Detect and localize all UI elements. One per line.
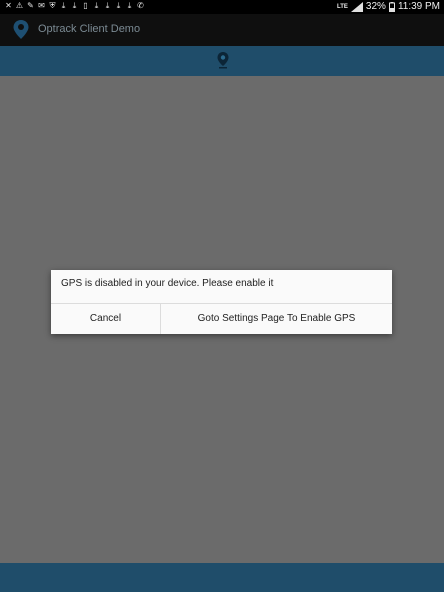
close-icon: ✕ xyxy=(5,1,12,10)
screen: ✕ ⚠ ✎ ✉ ⛨ ⤓ ⤓ ▯ ⤓ ⤓ ⤓ ⤓ ✆ LTE 32% 11:39 … xyxy=(0,0,444,592)
warning-icon: ⚠ xyxy=(15,1,24,10)
location-pin-icon[interactable] xyxy=(216,50,230,70)
toolbar xyxy=(0,46,444,76)
goto-settings-button[interactable]: Goto Settings Page To Enable GPS xyxy=(161,304,392,334)
app-title: Optrack Client Demo xyxy=(38,23,141,35)
download-icon: ⤓ xyxy=(94,1,99,10)
shield-icon: ⛨ xyxy=(49,1,56,10)
phone-icon: ✆ xyxy=(137,1,144,10)
notification-icons: ✕ ⚠ ✎ ✉ ⛨ ⤓ ⤓ ▯ ⤓ ⤓ ⤓ ⤓ ✆ xyxy=(4,1,145,11)
document-icon: ▯ xyxy=(83,1,88,10)
download-icon: ⤓ xyxy=(105,1,110,10)
signal-icon xyxy=(350,1,363,12)
status-bar: ✕ ⚠ ✎ ✉ ⛨ ⤓ ⤓ ▯ ⤓ ⤓ ⤓ ⤓ ✆ LTE 32% 11:39 … xyxy=(0,0,444,14)
download-icon: ⤓ xyxy=(72,1,77,10)
cancel-button[interactable]: Cancel xyxy=(51,304,160,334)
wrench-icon: ✎ xyxy=(27,1,34,10)
download-icon: ⤓ xyxy=(127,1,132,10)
battery-percent: 32% xyxy=(365,1,386,12)
dialog-message: GPS is disabled in your device. Please e… xyxy=(61,278,274,289)
gps-disabled-dialog: GPS is disabled in your device. Please e… xyxy=(51,270,392,334)
clock: 11:39 PM xyxy=(397,1,440,12)
download-icon: ⤓ xyxy=(61,1,66,10)
bottom-bar xyxy=(0,563,444,592)
status-right: LTE 32% 11:39 PM xyxy=(337,1,440,12)
battery-icon xyxy=(388,1,395,12)
mail-icon: ✉ xyxy=(38,1,45,10)
location-pin-icon[interactable] xyxy=(12,19,30,41)
download-icon: ⤓ xyxy=(116,1,121,10)
app-bar: Optrack Client Demo xyxy=(0,14,444,46)
network-label: LTE xyxy=(337,3,348,10)
